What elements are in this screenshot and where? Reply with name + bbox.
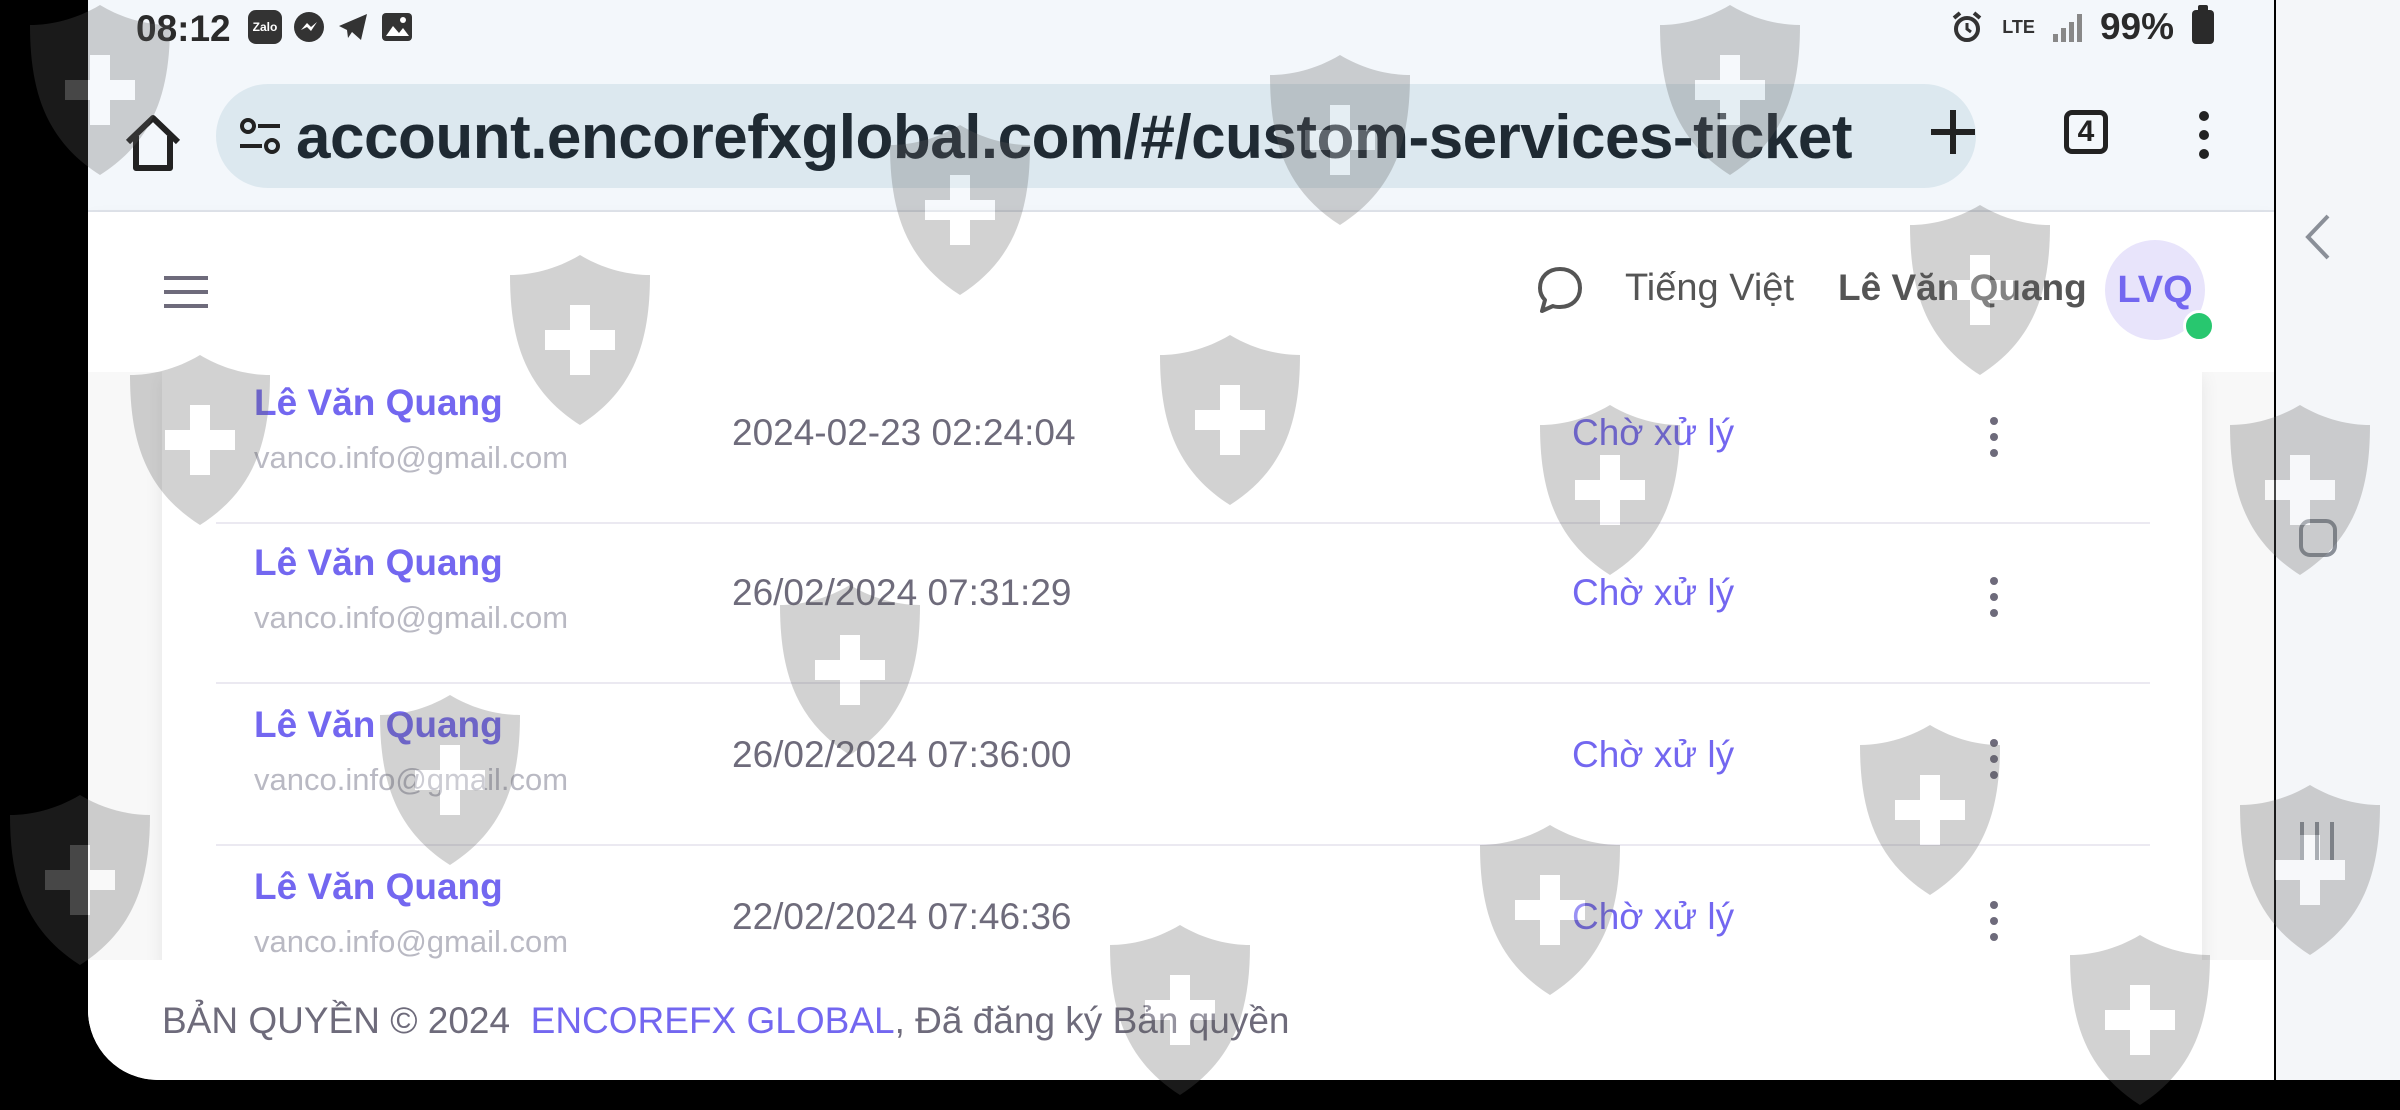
copyright-suffix: , Đã đăng ký Bản quyền: [894, 1000, 1290, 1041]
table-row[interactable]: Lê Văn Quang vanco.info@gmail.com 2024-0…: [216, 372, 2150, 524]
more-options-icon[interactable]: [1986, 414, 2002, 460]
language-selector[interactable]: Tiếng Việt: [1625, 267, 1794, 310]
home-nav-icon[interactable]: [2298, 518, 2338, 558]
new-tab-icon[interactable]: [1923, 102, 1983, 162]
gallery-icon: [382, 13, 412, 41]
footer: BẢN QUYỀN © 2024 ENCOREFX GLOBAL, Đã đăn…: [88, 960, 2274, 1080]
copyright-prefix: BẢN QUYỀN © 2024: [162, 1000, 511, 1041]
recent-apps-icon[interactable]: [2296, 820, 2338, 862]
ticket-user-email: vanco.info@gmail.com: [254, 924, 569, 959]
table-row[interactable]: Lê Văn Quang vanco.info@gmail.com 26/02/…: [216, 684, 2150, 846]
copyright-text: BẢN QUYỀN © 2024 ENCOREFX GLOBAL, Đã đăn…: [162, 1000, 1290, 1042]
address-bar[interactable]: account.encorefxglobal.com/#/custom-serv…: [216, 84, 1976, 188]
tab-switcher-button[interactable]: 4: [2064, 110, 2108, 154]
alarm-icon: [1952, 11, 1982, 42]
ticket-status: Chờ xử lý: [1572, 412, 1735, 453]
app-header: Tiếng Việt Lê Văn Quang LVQ: [88, 212, 2274, 372]
more-options-icon[interactable]: [1986, 574, 2002, 620]
messenger-icon: [294, 12, 324, 42]
system-navigation: [2276, 0, 2400, 1080]
telegram-icon: [339, 14, 367, 40]
status-time: 08:12: [136, 8, 231, 49]
online-status-indicator: [2183, 310, 2215, 342]
more-options-icon[interactable]: [1986, 898, 2002, 944]
ticket-table: Lê Văn Quang vanco.info@gmail.com 2024-0…: [162, 372, 2202, 960]
brand-link[interactable]: ENCOREFX GLOBAL: [531, 1000, 895, 1041]
zalo-icon: Zalo: [248, 10, 282, 44]
menu-icon[interactable]: [162, 274, 210, 310]
ticket-user-name: Lê Văn Quang: [254, 382, 503, 423]
ticket-date: 26/02/2024 07:36:00: [732, 734, 1072, 775]
back-icon[interactable]: [2298, 212, 2338, 262]
battery-level: 99%: [2099, 6, 2174, 47]
ticket-date: 26/02/2024 07:31:29: [732, 572, 1072, 613]
ticket-user-name: Lê Văn Quang: [254, 542, 503, 583]
ticket-user-name: Lê Văn Quang: [254, 704, 503, 745]
browser-menu-icon[interactable]: [2196, 110, 2212, 160]
home-icon[interactable]: [118, 108, 188, 178]
url-text[interactable]: account.encorefxglobal.com/#/custom-serv…: [296, 102, 1853, 173]
ticket-user-email: vanco.info@gmail.com: [254, 600, 569, 635]
notification-icons: Zalo: [248, 10, 414, 44]
battery-icon: [2192, 5, 2214, 44]
ticket-date: 2024-02-23 02:24:04: [732, 412, 1076, 453]
browser-chrome: 08:12 Zalo LTE 99% account.encorefxgloba…: [88, 0, 2274, 212]
ticket-date: 22/02/2024 07:46:36: [732, 896, 1072, 937]
ticket-status: Chờ xử lý: [1572, 572, 1735, 613]
ticket-user-email: vanco.info@gmail.com: [254, 440, 569, 475]
table-row[interactable]: Lê Văn Quang vanco.info@gmail.com 22/02/…: [216, 846, 2150, 960]
more-options-icon[interactable]: [1986, 736, 2002, 782]
main-content: Lê Văn Quang vanco.info@gmail.com 2024-0…: [88, 372, 2274, 960]
site-settings-icon[interactable]: [238, 114, 282, 158]
table-row[interactable]: Lê Văn Quang vanco.info@gmail.com 26/02/…: [216, 522, 2150, 684]
phone-screen: 08:12 Zalo LTE 99% account.encorefxgloba…: [88, 0, 2274, 1080]
chat-icon[interactable]: [1534, 264, 1586, 316]
ticket-user-name: Lê Văn Quang: [254, 866, 503, 907]
network-type: LTE: [2002, 17, 2035, 37]
signal-icon: [2052, 12, 2082, 42]
ticket-user-email: vanco.info@gmail.com: [254, 762, 569, 797]
user-name[interactable]: Lê Văn Quang: [1838, 267, 2087, 309]
ticket-status: Chờ xử lý: [1572, 734, 1735, 775]
status-right: LTE 99%: [1950, 5, 2214, 48]
ticket-status: Chờ xử lý: [1572, 896, 1735, 937]
